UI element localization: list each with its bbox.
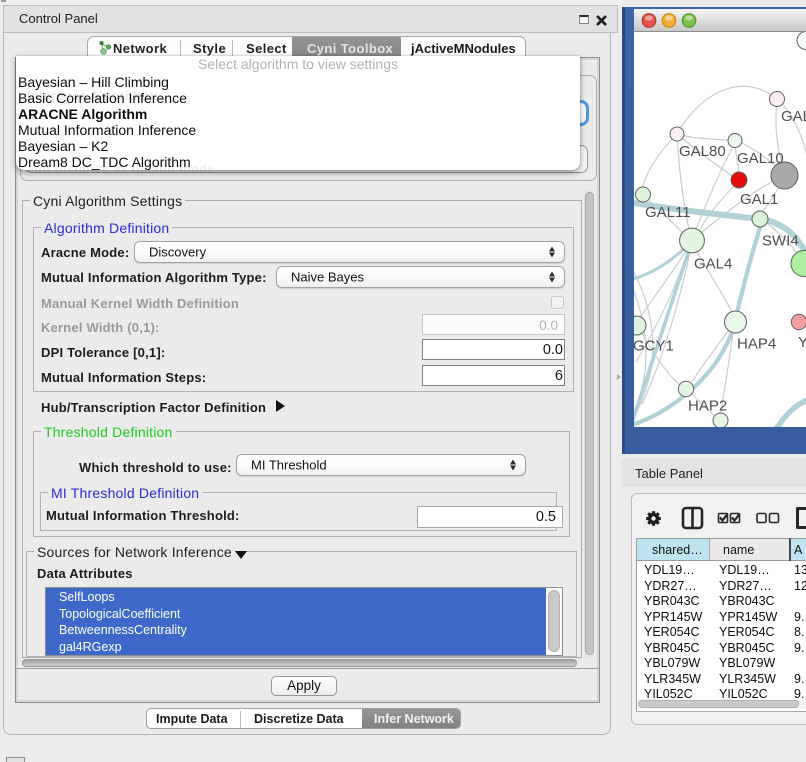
svg-text:GAL1: GAL1 <box>740 191 778 208</box>
svg-text:GCY1: GCY1 <box>634 338 674 355</box>
svg-text:GAL10: GAL10 <box>737 150 784 167</box>
svg-text:GAL4: GAL4 <box>694 256 732 273</box>
svg-text:GAL11: GAL11 <box>645 204 691 221</box>
svg-text:SWI4: SWI4 <box>762 233 799 250</box>
svg-text:Y: Y <box>798 334 806 351</box>
svg-text:GAL80: GAL80 <box>679 143 726 160</box>
svg-text:HAP2: HAP2 <box>688 398 727 415</box>
svg-text:GAL: GAL <box>781 108 806 125</box>
svg-text:HAP4: HAP4 <box>737 336 776 353</box>
